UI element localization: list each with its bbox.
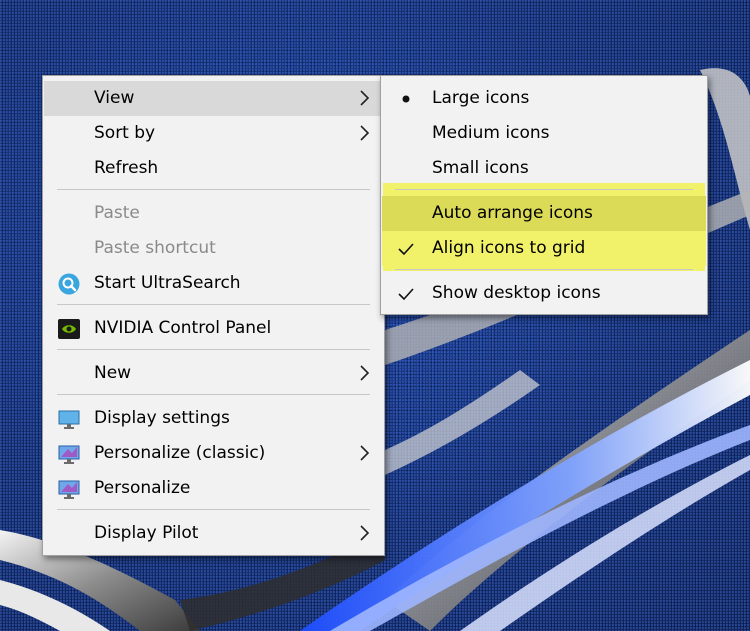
menu-separator	[395, 269, 693, 270]
chevron-right-icon	[360, 445, 370, 461]
menu-item-display-pilot-label: Display Pilot	[94, 523, 199, 543]
menu-item-paste-shortcut-label: Paste shortcut	[94, 238, 216, 258]
menu-item-paste[interactable]: Paste	[44, 196, 383, 231]
menu-item-view-label: View	[94, 88, 135, 108]
menu-separator	[57, 509, 370, 510]
menu-item-display-pilot[interactable]: Display Pilot	[44, 516, 383, 551]
menu-item-new[interactable]: New	[44, 356, 383, 391]
submenu-item-medium-icons-label: Medium icons	[432, 123, 550, 143]
personalize-monitor-icon	[58, 445, 80, 464]
submenu-item-medium-icons[interactable]: Medium icons	[382, 116, 706, 151]
checkmark-icon	[398, 288, 414, 301]
menu-separator	[57, 189, 370, 190]
menu-item-paste-label: Paste	[94, 203, 140, 223]
chevron-right-icon	[360, 525, 370, 541]
ultrasearch-icon	[58, 273, 80, 295]
nvidia-icon	[58, 319, 80, 339]
monitor-icon	[58, 410, 80, 429]
menu-item-sort-by[interactable]: Sort by	[44, 116, 383, 151]
menu-separator	[57, 394, 370, 395]
menu-item-personalize[interactable]: Personalize	[44, 471, 383, 506]
menu-item-personalize-label: Personalize	[94, 478, 191, 498]
menu-separator	[395, 189, 693, 190]
menu-item-start-ultrasearch-label: Start UltraSearch	[94, 273, 241, 293]
menu-separator	[57, 349, 370, 350]
submenu-item-large-icons[interactable]: Large icons	[382, 81, 706, 116]
menu-item-view[interactable]: View	[44, 81, 383, 116]
menu-separator	[57, 304, 370, 305]
menu-item-sort-by-label: Sort by	[94, 123, 156, 143]
submenu-item-align-icons-to-grid-label: Align icons to grid	[432, 238, 586, 258]
submenu-item-large-icons-label: Large icons	[432, 88, 530, 108]
menu-item-nvidia-control-panel[interactable]: NVIDIA Control Panel	[44, 311, 383, 346]
submenu-item-show-desktop-icons-label: Show desktop icons	[432, 283, 601, 303]
view-submenu: Large icons Medium icons Small icons Aut…	[380, 75, 708, 315]
menu-item-personalize-classic-label: Personalize (classic)	[94, 443, 266, 463]
submenu-item-align-icons-to-grid[interactable]: Align icons to grid	[382, 231, 706, 266]
submenu-item-show-desktop-icons[interactable]: Show desktop icons	[382, 276, 706, 311]
menu-item-nvidia-control-panel-label: NVIDIA Control Panel	[94, 318, 272, 338]
menu-item-personalize-classic[interactable]: Personalize (classic)	[44, 436, 383, 471]
submenu-item-small-icons-label: Small icons	[432, 158, 529, 178]
chevron-right-icon	[360, 365, 370, 381]
submenu-item-auto-arrange-icons-label: Auto arrange icons	[432, 203, 593, 223]
chevron-right-icon	[360, 90, 370, 106]
chevron-right-icon	[360, 125, 370, 141]
submenu-item-small-icons[interactable]: Small icons	[382, 151, 706, 186]
desktop-context-menu: View Sort by Refresh Paste Paste shortcu…	[42, 75, 385, 556]
menu-item-paste-shortcut[interactable]: Paste shortcut	[44, 231, 383, 266]
radio-bullet-icon	[402, 95, 410, 103]
menu-item-start-ultrasearch[interactable]: Start UltraSearch	[44, 266, 383, 301]
menu-item-display-settings[interactable]: Display settings	[44, 401, 383, 436]
menu-item-refresh-label: Refresh	[94, 158, 159, 178]
checkmark-icon	[398, 243, 414, 256]
menu-item-new-label: New	[94, 363, 132, 383]
menu-item-display-settings-label: Display settings	[94, 408, 230, 428]
personalize-monitor-icon	[58, 480, 80, 499]
submenu-item-auto-arrange-icons[interactable]: Auto arrange icons	[382, 196, 706, 231]
menu-item-refresh[interactable]: Refresh	[44, 151, 383, 186]
